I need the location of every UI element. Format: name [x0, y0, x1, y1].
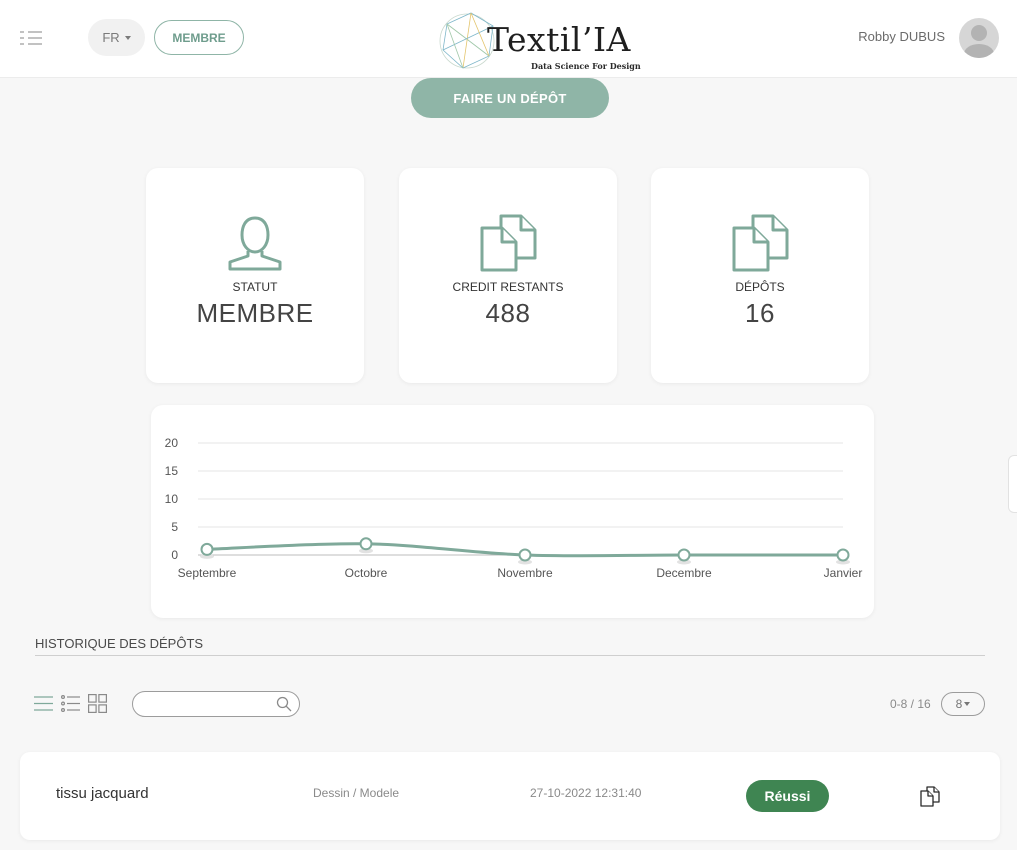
chevron-down-icon [964, 702, 971, 706]
stat-card-status: STATUT MEMBRE [146, 168, 364, 383]
data-point [836, 548, 850, 562]
logo-text: Textil’IA [487, 20, 631, 59]
search-input[interactable] [143, 692, 278, 716]
stat-label: STATUT [232, 280, 278, 294]
x-tick-label: Novembre [497, 566, 553, 580]
pagination-info: 0-8 / 16 [890, 697, 931, 711]
detail-list-view-icon[interactable] [61, 694, 80, 713]
list-menu-icon[interactable] [20, 30, 42, 46]
user-name: Robby DUBUS [858, 29, 945, 44]
deposits-chart: 0 5 10 15 20 Septembre Octobre Novembre Decembre… [151, 405, 874, 618]
y-tick-label: 10 [165, 492, 179, 506]
status-badge: Réussi [746, 780, 829, 812]
y-tick-label: 15 [165, 464, 179, 478]
history-title: HISTORIQUE DES DÉPÔTS [35, 636, 204, 651]
person-icon [225, 214, 285, 277]
document-icon[interactable] [919, 786, 941, 813]
y-tick-label: 0 [171, 548, 178, 562]
per-page-dropdown[interactable]: 8 [941, 692, 985, 716]
data-point [359, 537, 373, 551]
stat-card-deposits: DÉPÔTS 16 [651, 168, 869, 383]
table-row[interactable]: tissu jacquard Dessin / Modele 27-10-202… [20, 752, 1000, 840]
documents-icon [731, 214, 789, 277]
x-tick-label: Octobre [345, 566, 388, 580]
role-button[interactable]: MEMBRE [154, 20, 244, 55]
search-field [132, 691, 300, 717]
top-header: FR MEMBRE Textil’IA Data Science For Des… [0, 0, 1017, 78]
stat-value: 16 [745, 298, 775, 328]
data-point [677, 548, 691, 562]
deposit-date: 27-10-2022 12:31:40 [530, 786, 642, 800]
list-view-icon[interactable] [34, 694, 53, 713]
y-tick-label: 20 [165, 436, 179, 450]
logo-tagline: Data Science For Design [531, 61, 641, 71]
x-tick-label: Septembre [178, 566, 237, 580]
stat-value: 488 [485, 298, 531, 328]
stat-card-credits: CREDIT RESTANTS 488 [399, 168, 617, 383]
stat-value: MEMBRE [196, 298, 314, 328]
stat-label: CREDIT RESTANTS [452, 280, 564, 294]
logo: Textil’IA Data Science For Design [437, 10, 641, 72]
grid-view-icon[interactable] [88, 694, 107, 713]
y-tick-label: 5 [171, 520, 178, 534]
deposit-type: Dessin / Modele [313, 786, 400, 800]
search-icon[interactable] [276, 696, 292, 717]
data-point [518, 548, 532, 562]
documents-icon [479, 214, 537, 277]
x-tick-label: Decembre [656, 566, 712, 580]
language-value: FR [102, 30, 120, 45]
make-deposit-button[interactable]: FAIRE UN DÉPÔT [411, 78, 609, 118]
user-avatar-icon[interactable] [959, 18, 999, 58]
stat-label: DÉPÔTS [735, 280, 785, 294]
per-page-value: 8 [955, 697, 963, 711]
data-point [200, 542, 214, 556]
language-dropdown[interactable]: FR [88, 19, 145, 56]
view-toggle [34, 694, 107, 713]
deposit-name: tissu jacquard [56, 785, 149, 802]
line-chart: 0 5 10 15 20 Septembre Octobre Novembre Decembre… [165, 436, 863, 580]
side-panel-tab[interactable] [1008, 455, 1017, 513]
x-tick-label: Janvier [824, 566, 863, 580]
divider [35, 655, 985, 656]
chevron-down-icon [124, 35, 131, 40]
